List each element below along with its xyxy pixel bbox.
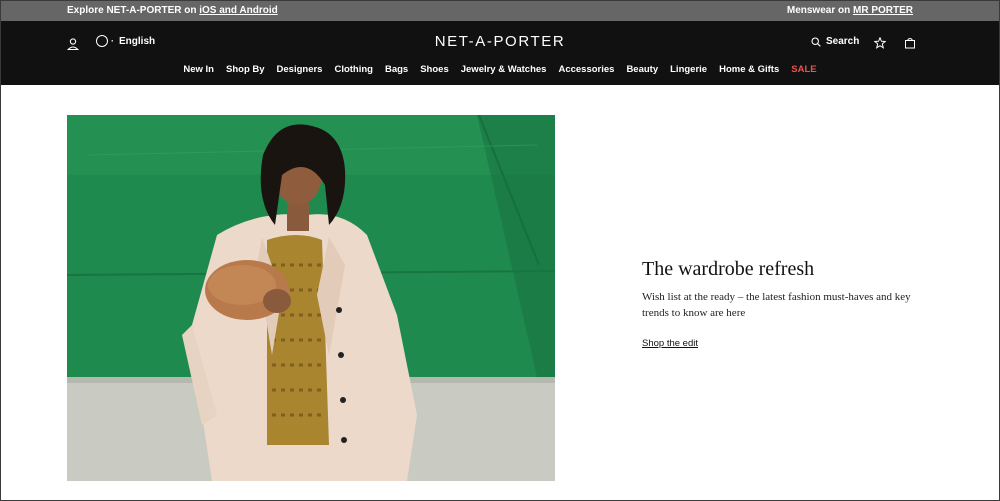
nav-item-clothing[interactable]: Clothing — [334, 64, 373, 75]
nav-item-bags[interactable]: Bags — [385, 64, 408, 75]
menswear-promo: Menswear on MR PORTER — [787, 5, 913, 16]
nav-item-shoes[interactable]: Shoes — [420, 64, 449, 75]
app-promo: Explore NET-A-PORTER on iOS and Android — [67, 5, 278, 16]
hero-image[interactable] — [67, 115, 555, 481]
nav-item-designers[interactable]: Designers — [277, 64, 323, 75]
app-download-link[interactable]: iOS and Android — [199, 5, 278, 16]
hero-title: The wardrobe refresh — [642, 258, 815, 280]
menswear-promo-text: Menswear on — [786, 5, 851, 16]
main-nav: New In Shop By Designers Clothing Bags S… — [1, 64, 999, 75]
shop-the-edit-link[interactable]: Shop the edit — [642, 338, 698, 349]
nav-item-home-gifts[interactable]: Home & Gifts — [719, 64, 779, 75]
search-button[interactable]: Search — [811, 36, 859, 47]
nav-item-new-in[interactable]: New In — [183, 64, 214, 75]
nav-item-jewelry-watches[interactable]: Jewelry & Watches — [461, 64, 547, 75]
promo-bar: Explore NET-A-PORTER on iOS and Android … — [1, 1, 999, 21]
search-icon — [811, 36, 821, 47]
shopping-bag-icon[interactable] — [904, 36, 916, 54]
page: Explore NET-A-PORTER on iOS and Android … — [0, 0, 1000, 501]
nav-item-lingerie[interactable]: Lingerie — [670, 64, 707, 75]
search-label: Search — [826, 36, 860, 47]
star-icon[interactable] — [873, 36, 887, 54]
app-promo-text: Explore NET-A-PORTER on — [67, 5, 197, 16]
mr-porter-link[interactable]: MR PORTER — [853, 5, 913, 16]
nav-item-sale[interactable]: SALE — [791, 64, 816, 75]
nav-item-shop-by[interactable]: Shop By — [226, 64, 265, 75]
nav-item-accessories[interactable]: Accessories — [558, 64, 614, 75]
hero-subtitle: Wish list at the ready – the latest fash… — [642, 291, 911, 319]
hero-content: The wardrobe refresh Wish list at the re… — [642, 258, 932, 351]
site-header: · English NET-A-PORTER Search New In Sho — [1, 21, 999, 85]
nav-item-beauty[interactable]: Beauty — [626, 64, 658, 75]
